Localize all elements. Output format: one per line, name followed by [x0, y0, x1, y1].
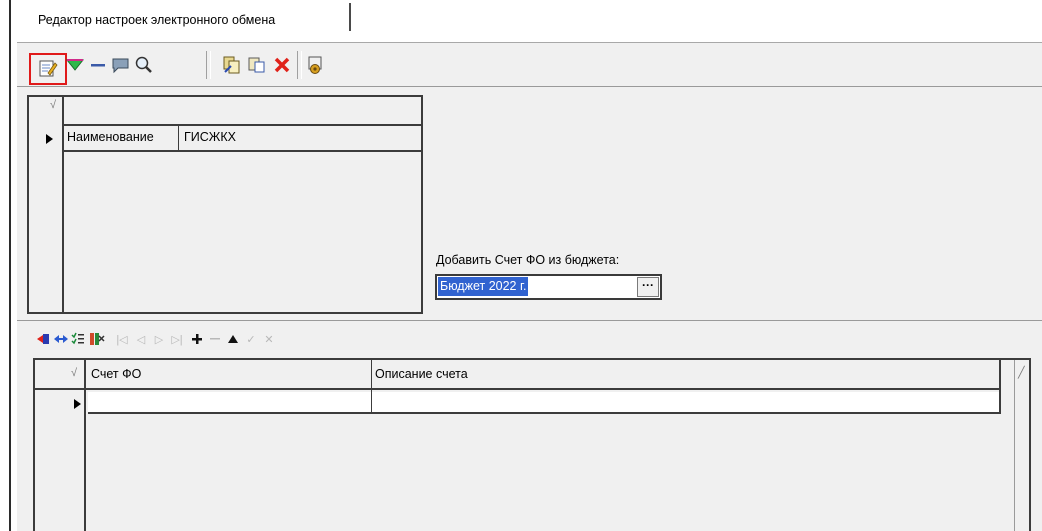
vertical-scrollbar[interactable] [1014, 360, 1031, 531]
toolbar-separator [297, 51, 302, 79]
cancel-icon: ✕ [264, 333, 274, 346]
copy-records-button[interactable] [221, 55, 243, 77]
prior-record-button[interactable]: ◁ [134, 333, 148, 347]
window-left-border [9, 0, 11, 531]
filter-button[interactable] [64, 55, 86, 77]
column-header-description[interactable]: Описание счета [375, 367, 468, 381]
blue-double-arrow-icon [54, 332, 68, 349]
table-row[interactable] [88, 392, 1001, 414]
row-indicator-column [35, 360, 86, 531]
settings-columns-icon [89, 332, 105, 349]
scroll-corner-mark: ╱ [1018, 367, 1025, 379]
exchange-settings-button[interactable] [305, 55, 327, 77]
up-triangle-icon [227, 333, 239, 348]
first-icon: |◁ [116, 333, 128, 346]
cancel-record-button[interactable]: ✕ [262, 333, 276, 347]
budget-selected-value[interactable]: Бюджет 2022 г. [438, 277, 529, 296]
grid-line [178, 126, 179, 150]
speech-bubble-icon [111, 56, 131, 77]
accounts-grid-header [35, 360, 1001, 390]
field-name-cell[interactable]: Наименование [67, 130, 154, 144]
check-icon: ✓ [246, 333, 256, 346]
exchange-button[interactable] [54, 333, 68, 347]
checklist-button[interactable] [71, 332, 85, 349]
prior-icon: ◁ [136, 333, 146, 346]
column-header-account[interactable]: Счет ФО [91, 367, 141, 381]
first-record-button[interactable]: |◁ [115, 333, 129, 347]
next-record-button[interactable]: ▷ [152, 333, 166, 347]
checklist-icon [71, 332, 85, 349]
edit-button[interactable] [29, 53, 67, 85]
magnifier-icon [134, 55, 154, 78]
row-indicator-column [27, 95, 64, 314]
red-x-icon [273, 56, 291, 77]
search-button[interactable] [133, 55, 155, 77]
budget-label: Добавить Счет ФО из бюджета: [436, 253, 620, 267]
delete-record-button[interactable] [208, 333, 222, 347]
grid-line [999, 360, 1001, 414]
comment-button[interactable] [110, 55, 132, 77]
toolbar-separator [206, 51, 211, 79]
header-check-mark: √ [71, 367, 78, 379]
green-funnel-icon [65, 56, 85, 77]
gear-document-icon [306, 55, 326, 78]
edit-record-button[interactable] [226, 333, 240, 347]
copy-records-icon [222, 55, 242, 78]
grid-line [371, 360, 372, 414]
next-icon: ▷ [154, 333, 164, 346]
main-toolbar [17, 42, 1042, 86]
last-icon: ▷| [171, 333, 183, 346]
paste-icon [247, 55, 267, 78]
settings-grid[interactable] [27, 95, 423, 314]
tab-separator [349, 3, 351, 31]
edit-notepad-icon [38, 58, 58, 81]
minus-button[interactable] [87, 55, 109, 77]
minus-icon [89, 56, 107, 77]
column-settings-button[interactable] [89, 332, 105, 349]
insert-record-button[interactable] [190, 333, 204, 347]
delete-button[interactable] [271, 55, 293, 77]
current-row-arrow-icon [46, 133, 54, 147]
paste-button[interactable] [246, 55, 268, 77]
grid-line [64, 150, 423, 152]
grid-line [64, 124, 423, 126]
post-record-button[interactable]: ✓ [244, 333, 258, 347]
minus-icon [209, 333, 221, 348]
plus-icon [191, 333, 203, 348]
budget-dropdown-button[interactable]: ··· [637, 277, 659, 297]
field-value-cell[interactable]: ГИСЖКХ [184, 130, 236, 144]
tab-title: Редактор настроек электронного обмена [38, 13, 276, 27]
last-record-button[interactable]: ▷| [170, 333, 184, 347]
red-arrow-in-icon [37, 332, 51, 349]
header-check-mark: √ [50, 99, 57, 111]
import-button[interactable] [37, 333, 51, 347]
current-row-arrow-icon [74, 398, 82, 412]
